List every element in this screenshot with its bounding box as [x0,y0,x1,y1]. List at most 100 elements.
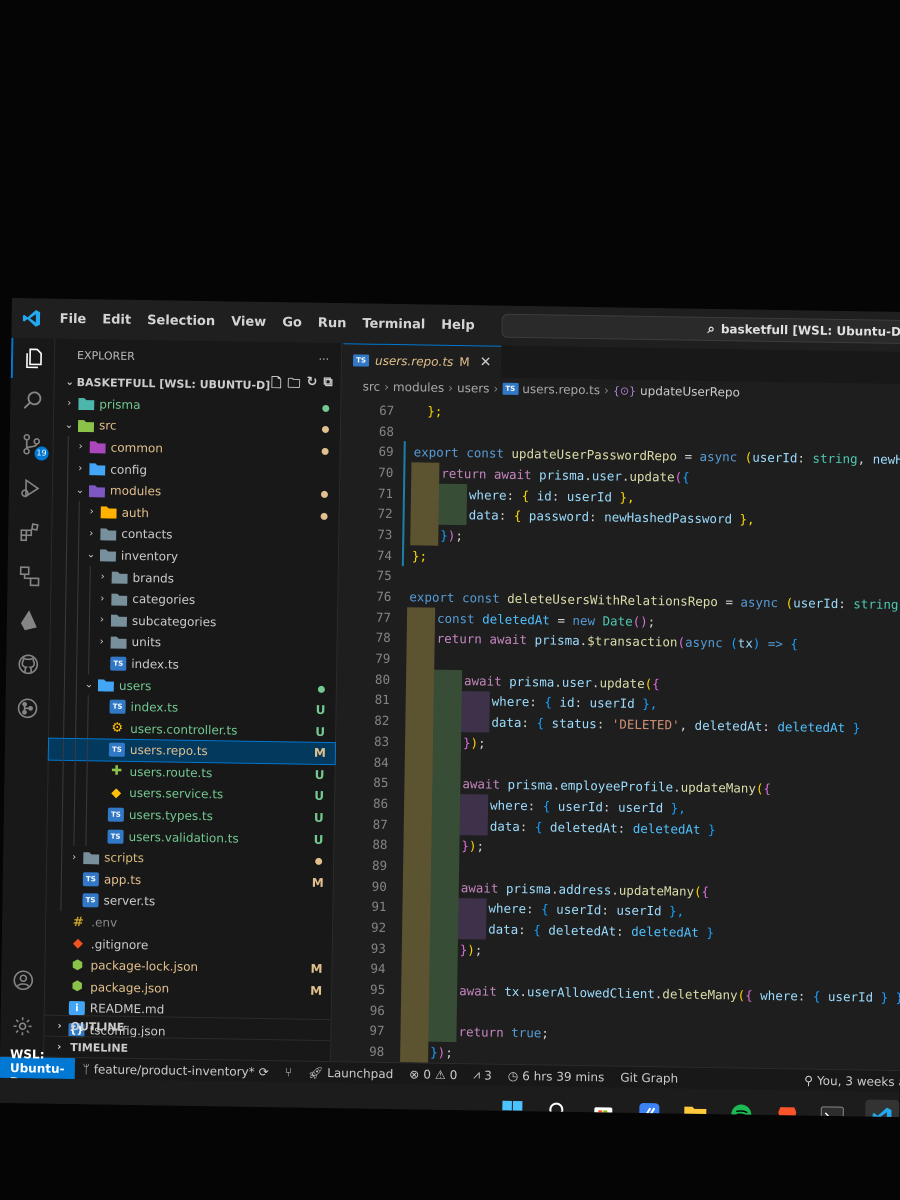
breadcrumb-item[interactable]: src [363,380,381,394]
run-debug-icon[interactable] [9,468,54,509]
windows-start-icon[interactable] [499,1098,525,1118]
launchpad-item[interactable]: 🚀︎ Launchpad [300,1065,401,1081]
git-status-dot [317,685,325,693]
code-content: }); [410,524,463,546]
search-icon[interactable] [10,380,55,421]
code-token: : [551,488,567,504]
new-file-icon[interactable]: 🗋 [271,374,282,396]
code-text: data: { deletedAt: deletedAt } [488,818,716,837]
vscode-taskbar-icon[interactable] [865,1099,900,1118]
code-token: : [588,509,605,525]
taskbar-search-icon[interactable] [545,1098,571,1118]
file-tree: › prisma ⌄ src › common › config ⌄ modules › auth › c… [44,393,340,1045]
code-token: { [513,508,529,524]
menu-item-view[interactable]: View [223,314,274,330]
settings-gear-icon[interactable] [0,1006,45,1047]
indent-rainbow-guide [429,979,458,1002]
folder-icon [110,635,127,649]
line-number: 69 [378,443,394,460]
menu-item-go[interactable]: Go [274,315,310,331]
tab-users-repo[interactable]: TS users.repo.ts M ✕ [342,343,502,378]
git-status-dot [320,491,328,499]
code-token: data [468,507,499,523]
brave-browser-icon[interactable] [774,1102,800,1118]
code-token: data [488,921,519,938]
indent-guide [67,457,69,480]
code-token: prisma [534,632,580,649]
menu-item-terminal[interactable]: Terminal [354,316,433,332]
code-token: user [561,674,593,690]
line-number: 94 [370,961,386,977]
breadcrumb-item[interactable]: modules [393,380,444,395]
extensions-icon[interactable] [8,512,53,553]
github-icon[interactable] [6,644,51,685]
code-editor[interactable]: 67 }; 68 69 export const updateUserPassword… [332,399,900,1070]
tree-item-label: src [98,418,117,434]
git-branch-icon: ᛘ [82,1061,90,1076]
breadcrumb-item[interactable]: users.repo.ts [522,382,600,397]
new-folder-icon[interactable]: 🗀 [287,374,300,396]
tree-item-label: users.controller.ts [130,721,238,738]
collapse-all-icon[interactable]: ⧉ [323,375,333,397]
problems-item[interactable]: ⊗ 0 ⚠ 0 [401,1067,465,1082]
line-number: 84 [373,754,389,770]
git-graph-icon[interactable] [5,688,50,729]
source-control-icon[interactable]: 19 [9,424,54,465]
indent-rainbow-guide [410,503,439,525]
code-token: }, [611,489,635,505]
breadcrumb-item[interactable]: updateUserRepo [640,384,740,400]
git-graph-item[interactable]: Git Graph [612,1070,686,1085]
linear-app-icon[interactable] [636,1100,662,1118]
refresh-icon[interactable]: ↻ [306,375,317,397]
terminal-icon[interactable] [820,1103,846,1118]
editor-area: TS users.repo.ts M ✕ src › modules › users › T… [332,343,900,1071]
store-icon[interactable] [591,1099,617,1118]
git-branch[interactable]: ᛘ feature/product-inventory* ⟳ [74,1062,276,1079]
git-status-badge: M [313,746,326,761]
code-text: const deletedAt = new Date(); [435,610,655,628]
breadcrumb-item[interactable]: users [457,381,490,396]
tree-item-label: brands [132,570,175,586]
spotify-icon[interactable] [728,1101,754,1118]
code-token: { [541,901,557,917]
menu-item-run[interactable]: Run [310,315,355,331]
ports-item[interactable]: ⩘ 3 [465,1067,500,1083]
indent-rainbow-guide [403,834,432,856]
indent-rainbow-guide [406,648,435,670]
line-number: 70 [378,464,394,480]
code-token: userId [557,798,604,815]
code-token: ; [445,1045,453,1061]
account-icon[interactable] [1,960,46,1001]
indent-guide [74,760,76,782]
workspace-name: BASKETFULL [WSL: UBUNTU-D] [76,375,271,392]
code-token: const [466,445,512,462]
menu-item-file[interactable]: File [52,311,95,327]
code-token: newHashedPassword [604,509,733,527]
indent-rainbow-guide [458,897,487,919]
code-token: deletedAt [694,717,763,734]
file-explorer-icon[interactable] [682,1101,708,1118]
menu-item-help[interactable]: Help [433,317,483,333]
error-icon: ⊗ [409,1066,420,1081]
command-center[interactable]: ⌕ basketfull [WSL: Ubuntu-D] [501,313,900,345]
code-text: }); [458,942,483,957]
code-token: { [534,818,551,835]
code-token: true [511,1025,542,1041]
time-tracker-item[interactable]: ◷ 6 hrs 39 mins [500,1068,613,1084]
code-token: async [699,449,745,465]
close-icon[interactable]: ✕ [480,354,492,370]
gitlens-item[interactable]: ⑂ [277,1065,300,1079]
explorer-files-icon[interactable] [10,337,56,379]
git-blame-item[interactable]: ⚲ You, 3 weeks ago [796,1073,900,1089]
code-content: }); [401,938,483,960]
menu-item-edit[interactable]: Edit [94,312,139,328]
route-file-icon: ✚ [111,764,123,780]
menu-item-selection[interactable]: Selection [139,313,223,329]
code-token: userId [827,988,874,1005]
prisma-icon[interactable] [7,600,52,641]
remote-explorer-icon[interactable] [7,556,52,597]
more-actions-icon[interactable]: ··· [318,352,329,365]
code-content [400,1000,459,1022]
folder-icon [83,850,100,865]
remote-indicator[interactable]: WSL: Ubuntu-D [0,1047,75,1089]
